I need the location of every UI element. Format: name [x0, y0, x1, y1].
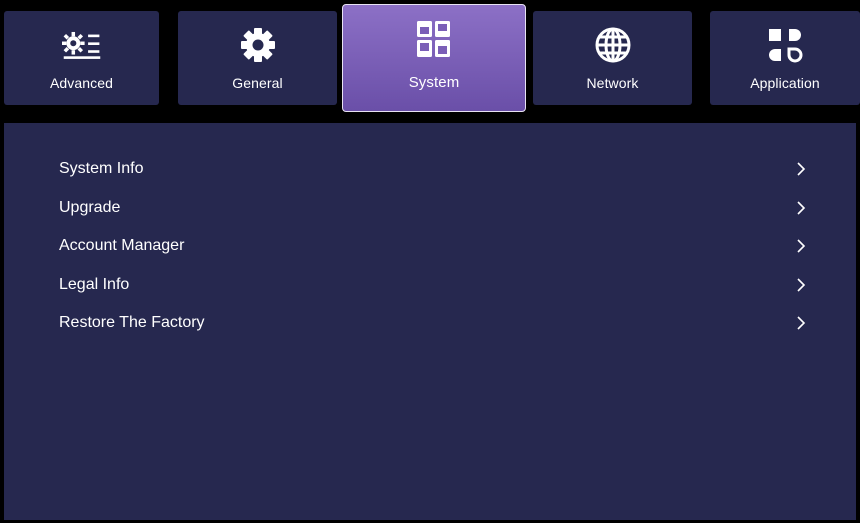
tab-application[interactable]: Application — [710, 11, 860, 105]
chevron-right-icon — [796, 200, 806, 216]
menu-item-restore-factory[interactable]: Restore The Factory — [4, 305, 856, 341]
tab-network[interactable]: Network — [533, 11, 692, 105]
chevron-right-icon — [796, 315, 806, 331]
menu-item-label: Upgrade — [59, 199, 121, 216]
tab-system[interactable]: System — [342, 4, 526, 112]
menu-item-label: Restore The Factory — [59, 314, 205, 331]
category-tab-bar: Advanced General System Network Applicat… — [0, 0, 860, 121]
apps-icon — [765, 25, 805, 65]
gear-list-icon — [61, 25, 102, 65]
settings-screen: Advanced General System Network Applicat… — [0, 0, 860, 523]
tab-label: Advanced — [49, 75, 114, 91]
chevron-right-icon — [796, 238, 806, 254]
globe-icon — [593, 25, 633, 65]
menu-item-system-info[interactable]: System Info — [4, 151, 856, 187]
menu-item-legal-info[interactable]: Legal Info — [4, 267, 856, 303]
menu-item-label: System Info — [59, 160, 144, 177]
chevron-right-icon — [796, 161, 806, 177]
tab-label: System — [408, 74, 460, 91]
menu-item-label: Legal Info — [59, 276, 130, 293]
gear-icon — [238, 25, 278, 65]
menu-item-account-manager[interactable]: Account Manager — [4, 228, 856, 264]
menu-item-label: Account Manager — [59, 237, 185, 254]
tab-general[interactable]: General — [178, 11, 337, 105]
windows-icon — [414, 19, 454, 59]
menu-item-upgrade[interactable]: Upgrade — [4, 190, 856, 226]
tab-label: Network — [586, 75, 639, 91]
tab-advanced[interactable]: Advanced — [4, 11, 159, 105]
tab-label: Application — [750, 75, 820, 91]
system-settings-panel: System Info Upgrade Account Manager Lega… — [4, 123, 856, 520]
tab-label: General — [232, 75, 283, 91]
chevron-right-icon — [796, 277, 806, 293]
